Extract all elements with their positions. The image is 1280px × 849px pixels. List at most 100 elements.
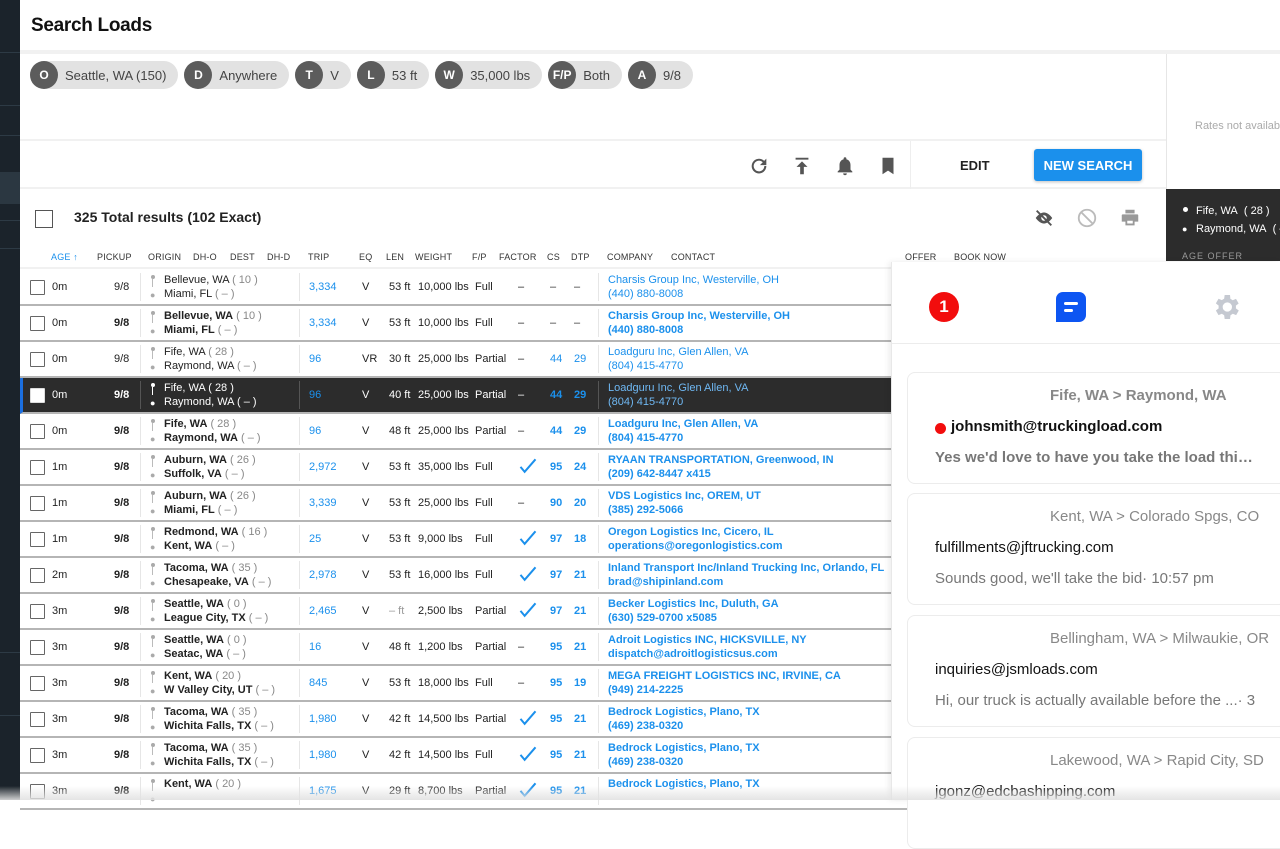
contact-info[interactable]: (804) 415-4770 bbox=[608, 431, 758, 445]
table-row[interactable]: 1m 9/8 ● Auburn, WA ( 26 ) Suffolk, VA ( – )… bbox=[20, 450, 914, 486]
filter-chip-origin[interactable]: O Seattle, WA (150) bbox=[30, 61, 179, 89]
company-contact[interactable]: MEGA FREIGHT LOGISTICS INC, IRVINE, CA (9… bbox=[608, 669, 841, 697]
trip-miles[interactable]: 96 bbox=[309, 342, 321, 376]
contact-info[interactable]: operations@oregonlogistics.com bbox=[608, 539, 783, 553]
column-header-dest[interactable]: DEST bbox=[230, 252, 255, 262]
trip-miles[interactable]: 25 bbox=[309, 522, 321, 556]
print-icon[interactable] bbox=[1119, 207, 1141, 229]
column-header-eq[interactable]: EQ bbox=[359, 252, 372, 262]
nav-item-active[interactable] bbox=[0, 172, 20, 204]
trip-miles[interactable]: 1,980 bbox=[309, 702, 337, 736]
company-name[interactable]: Loadguru Inc, Glen Allen, VA bbox=[608, 417, 758, 431]
company-contact[interactable]: Loadguru Inc, Glen Allen, VA (804) 415-47… bbox=[608, 381, 748, 409]
company-name[interactable]: Becker Logistics Inc, Duluth, GA bbox=[608, 597, 779, 611]
company-contact[interactable]: VDS Logistics Inc, OREM, UT (385) 292-506… bbox=[608, 489, 761, 517]
column-header-offer[interactable]: OFFER bbox=[905, 252, 937, 262]
trip-miles[interactable]: 96 bbox=[309, 414, 321, 448]
row-checkbox[interactable] bbox=[30, 712, 45, 727]
message-card[interactable]: Lakewood, WA > Rapid City, SD jgonz@edcba… bbox=[907, 737, 1280, 849]
table-row[interactable]: 2m 9/8 ● Tacoma, WA ( 35 ) Chesapeake, VA ( … bbox=[20, 558, 914, 594]
trip-miles[interactable]: 3,334 bbox=[309, 306, 337, 340]
notification-badge[interactable]: 1 bbox=[929, 292, 959, 322]
contact-info[interactable]: brad@shipinland.com bbox=[608, 575, 884, 589]
trip-miles[interactable]: 1,675 bbox=[309, 774, 337, 808]
trip-miles[interactable]: 2,978 bbox=[309, 558, 337, 592]
company-name[interactable]: Charsis Group Inc, Westerville, OH bbox=[608, 273, 779, 287]
column-header-weight[interactable]: WEIGHT bbox=[415, 252, 452, 262]
row-checkbox[interactable] bbox=[30, 604, 45, 619]
company-name[interactable]: RYAAN TRANSPORTATION, Greenwood, IN bbox=[608, 453, 834, 467]
contact-info[interactable]: (385) 292-5066 bbox=[608, 503, 761, 517]
table-row[interactable]: 0m 9/8 ● Bellevue, WA ( 10 ) Miami, FL ( – )… bbox=[20, 270, 914, 306]
trip-miles[interactable]: 3,334 bbox=[309, 270, 337, 304]
new-search-button[interactable]: NEW SEARCH bbox=[1034, 149, 1142, 181]
table-row[interactable]: 3m 9/8 ● Tacoma, WA ( 35 ) Wichita Falls, TX… bbox=[20, 702, 914, 738]
company-name[interactable]: Loadguru Inc, Glen Allen, VA bbox=[608, 381, 748, 395]
row-checkbox[interactable] bbox=[30, 532, 45, 547]
column-header-contact[interactable]: CONTACT bbox=[671, 252, 715, 262]
select-all-checkbox[interactable] bbox=[35, 210, 53, 228]
company-contact[interactable]: Bedrock Logistics, Plano, TX bbox=[608, 777, 760, 791]
table-row[interactable]: 3m 9/8 ● Seattle, WA ( 0 ) League City, TX (… bbox=[20, 594, 912, 630]
company-contact[interactable]: Bedrock Logistics, Plano, TX (469) 238-03… bbox=[608, 705, 760, 733]
table-row[interactable]: 0m 9/8 ● Fife, WA ( 28 ) Raymond, WA ( – ) 96… bbox=[20, 342, 912, 378]
upload-icon[interactable] bbox=[791, 155, 813, 177]
trip-miles[interactable]: 96 bbox=[309, 378, 321, 412]
trip-miles[interactable]: 845 bbox=[309, 666, 327, 700]
company-contact[interactable]: Loadguru Inc, Glen Allen, VA (804) 415-47… bbox=[608, 345, 748, 373]
contact-info[interactable]: (469) 238-0320 bbox=[608, 755, 760, 769]
filter-chip-truck-type[interactable]: TV bbox=[295, 61, 351, 89]
row-checkbox[interactable] bbox=[30, 316, 45, 331]
company-name[interactable]: Bedrock Logistics, Plano, TX bbox=[608, 777, 760, 791]
contact-info[interactable]: (804) 415-4770 bbox=[608, 359, 748, 373]
bell-icon[interactable] bbox=[834, 155, 856, 177]
row-checkbox[interactable] bbox=[30, 676, 45, 691]
company-name[interactable]: Oregon Logistics Inc, Cicero, IL bbox=[608, 525, 783, 539]
filter-chip-weight[interactable]: W 35,000 lbs bbox=[435, 61, 543, 89]
column-header-age[interactable]: AGE ↑ bbox=[51, 252, 78, 262]
company-name[interactable]: Bedrock Logistics, Plano, TX bbox=[608, 705, 760, 719]
block-icon[interactable] bbox=[1076, 207, 1098, 229]
company-contact[interactable]: Inland Transport Inc/Inland Trucking Inc… bbox=[608, 561, 884, 589]
filter-chip-length[interactable]: L 53 ft bbox=[356, 61, 430, 89]
message-card[interactable]: Fife, WA > Raymond, WA johnsmith@trucking… bbox=[907, 372, 1280, 484]
company-name[interactable]: VDS Logistics Inc, OREM, UT bbox=[608, 489, 761, 503]
row-checkbox[interactable] bbox=[30, 352, 45, 367]
column-header-pickup[interactable]: PICKUP bbox=[97, 252, 132, 262]
table-row[interactable]: 3m 9/8 ● Kent, WA ( 20 ) 1,675 V 29 ft 8,700 l… bbox=[20, 774, 914, 810]
company-name[interactable]: Loadguru Inc, Glen Allen, VA bbox=[608, 345, 748, 359]
contact-info[interactable]: (209) 642-8447 x415 bbox=[608, 467, 834, 481]
table-row[interactable]: 3m 9/8 ● Seattle, WA ( 0 ) Seatac, WA ( – ) 1… bbox=[20, 630, 912, 666]
row-checkbox[interactable] bbox=[30, 280, 45, 295]
company-contact[interactable]: Becker Logistics Inc, Duluth, GA (630) 52… bbox=[608, 597, 779, 625]
message-card[interactable]: Bellingham, WA > Milwaukie, OR inquiries@… bbox=[907, 615, 1280, 727]
filter-chip-destination[interactable]: D Anywhere bbox=[184, 61, 290, 89]
bookmark-icon[interactable] bbox=[877, 155, 899, 177]
edit-button[interactable]: EDIT bbox=[960, 153, 990, 177]
column-header-factor[interactable]: FACTOR bbox=[499, 252, 537, 262]
company-name[interactable]: Charsis Group Inc, Westerville, OH bbox=[608, 309, 790, 323]
table-row[interactable]: 1m 9/8 ● Auburn, WA ( 26 ) Miami, FL ( – ) 3,… bbox=[20, 486, 914, 522]
table-row[interactable]: 0m 9/8 ● Bellevue, WA ( 10 ) Miami, FL ( – )… bbox=[20, 306, 914, 342]
company-contact[interactable]: Loadguru Inc, Glen Allen, VA (804) 415-47… bbox=[608, 417, 758, 445]
company-contact[interactable]: Charsis Group Inc, Westerville, OH (440) … bbox=[608, 309, 790, 337]
contact-info[interactable]: (440) 880-8008 bbox=[608, 287, 779, 301]
company-contact[interactable]: Bedrock Logistics, Plano, TX (469) 238-03… bbox=[608, 741, 760, 769]
filter-chip-full-partial[interactable]: F/P Both bbox=[548, 61, 622, 89]
row-checkbox[interactable] bbox=[30, 388, 45, 403]
column-header-dh-o[interactable]: DH-O bbox=[193, 252, 217, 262]
company-name[interactable]: Inland Transport Inc/Inland Trucking Inc… bbox=[608, 561, 884, 575]
company-contact[interactable]: Oregon Logistics Inc, Cicero, IL operatio… bbox=[608, 525, 783, 553]
table-row[interactable]: 0m 9/8 ● Fife, WA ( 28 ) Raymond, WA ( – ) 96… bbox=[20, 378, 912, 414]
row-checkbox[interactable] bbox=[30, 496, 45, 511]
row-checkbox[interactable] bbox=[30, 460, 45, 475]
table-row[interactable]: 0m 9/8 ● Fife, WA ( 28 ) Raymond, WA ( – ) 96… bbox=[20, 414, 912, 450]
column-header-trip[interactable]: TRIP bbox=[308, 252, 329, 262]
contact-info[interactable]: (469) 238-0320 bbox=[608, 719, 760, 733]
table-row[interactable]: 3m 9/8 ● Kent, WA ( 20 ) W Valley City, UT (… bbox=[20, 666, 914, 702]
column-header-cs[interactable]: CS bbox=[547, 252, 560, 262]
company-name[interactable]: Bedrock Logistics, Plano, TX bbox=[608, 741, 760, 755]
table-row[interactable]: 1m 9/8 ● Redmond, WA ( 16 ) Kent, WA ( – ) 25… bbox=[20, 522, 912, 558]
contact-info[interactable]: (949) 214-2225 bbox=[608, 683, 841, 697]
company-contact[interactable]: Charsis Group Inc, Westerville, OH (440) … bbox=[608, 273, 779, 301]
